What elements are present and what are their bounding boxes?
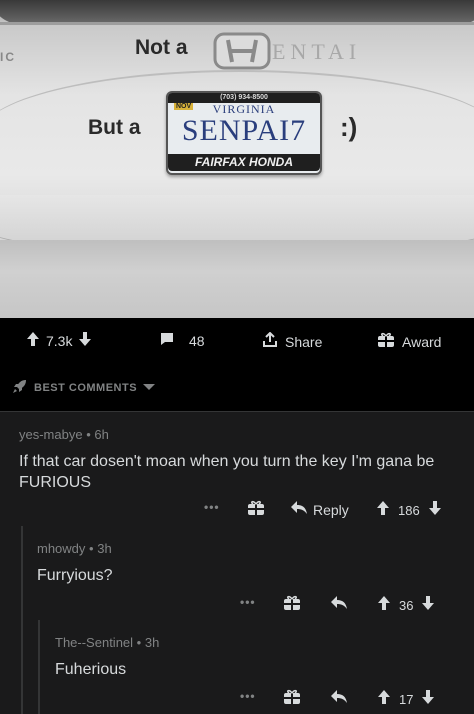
- comment-age: 3h: [97, 541, 112, 556]
- thread-line[interactable]: [21, 526, 23, 714]
- honda-logo-icon: [212, 31, 272, 71]
- award-button[interactable]: Award: [377, 332, 441, 351]
- share-label: Share: [285, 333, 323, 350]
- downvote-icon[interactable]: [422, 596, 435, 615]
- share-button[interactable]: Share: [262, 331, 323, 351]
- gift-icon[interactable]: [247, 500, 265, 521]
- comments-button[interactable]: 48: [160, 332, 205, 349]
- comment-body: Furryious?: [37, 567, 113, 584]
- model-letters: ENTAI: [272, 39, 362, 64]
- rear-window: [0, 0, 474, 24]
- gift-icon[interactable]: [283, 595, 301, 616]
- comment-count: 48: [189, 332, 205, 349]
- comment-actions: •••: [204, 500, 220, 514]
- comment-age: 6h: [94, 427, 109, 442]
- comment-author[interactable]: yes-mabye: [19, 427, 83, 442]
- comment-age: 3h: [144, 635, 160, 650]
- reply-arrow-icon[interactable]: [331, 596, 347, 614]
- ground: [0, 240, 474, 318]
- comment-author[interactable]: The--Sentinel: [55, 635, 133, 650]
- comment-body: Fuherious: [55, 661, 127, 678]
- gift-icon: [377, 332, 395, 351]
- comment-thread: yes-mabye • 6h If that car dosen't moan …: [0, 412, 474, 714]
- meta-separator: •: [86, 427, 91, 442]
- plate-dealer: FAIRFAX HONDA: [168, 154, 320, 171]
- post-image[interactable]: IC Not a ENTAI But a (703) 934-8500 NOV …: [0, 0, 474, 318]
- share-icon: [262, 331, 278, 351]
- more-options-icon[interactable]: •••: [240, 689, 256, 703]
- comment-vote-count: 186: [398, 503, 420, 518]
- vote-group: 186: [377, 501, 441, 520]
- downvote-icon[interactable]: [428, 501, 441, 520]
- thread-line[interactable]: [38, 620, 40, 714]
- reply-arrow-icon[interactable]: [331, 690, 347, 708]
- post-action-bar: 7.3k 48 Share Award: [0, 318, 474, 364]
- award-label: Award: [402, 333, 442, 350]
- more-options-icon[interactable]: •••: [240, 595, 256, 609]
- comment-vote-count: 17: [399, 692, 414, 707]
- sticker-but-a: But a: [88, 116, 141, 139]
- more-options-icon[interactable]: •••: [204, 500, 220, 514]
- comment-meta: mhowdy • 3h: [37, 541, 112, 556]
- model-badge-fragment: IC: [0, 50, 16, 64]
- vote-group: 36: [378, 596, 435, 615]
- upvote-icon[interactable]: [378, 690, 390, 709]
- comment-icon: [160, 332, 174, 349]
- vote-group: 7.3k: [27, 332, 92, 349]
- comment-meta: yes-mabye • 6h: [19, 427, 109, 442]
- reply-arrow-icon: [291, 501, 307, 519]
- comment-author[interactable]: mhowdy: [37, 541, 85, 556]
- sort-bar: BEST COMMENTS: [0, 364, 474, 412]
- chevron-down-icon: [143, 382, 156, 394]
- post-vote-count: 7.3k: [46, 332, 73, 349]
- comment-body: If that car dosen't moan when you turn t…: [19, 453, 435, 491]
- meta-separator: •: [89, 541, 94, 556]
- downvote-icon[interactable]: [79, 332, 92, 349]
- upvote-icon[interactable]: [27, 332, 39, 349]
- sticker-not-a: Not a: [135, 36, 188, 59]
- gift-icon[interactable]: [283, 689, 301, 710]
- upvote-icon[interactable]: [378, 596, 390, 615]
- sort-dropdown[interactable]: BEST COMMENTS: [12, 378, 156, 397]
- sticker-smiley: :): [340, 112, 358, 142]
- downvote-icon[interactable]: [422, 690, 435, 709]
- rocket-icon: [12, 378, 28, 397]
- meta-separator: •: [136, 635, 142, 650]
- sort-label: BEST COMMENTS: [34, 381, 138, 394]
- window-trim: [0, 22, 474, 25]
- comment-vote-count: 36: [399, 598, 414, 613]
- comment-actions: •••: [240, 595, 256, 609]
- reply-label: Reply: [313, 502, 349, 518]
- reply-button[interactable]: Reply: [291, 501, 349, 519]
- comment-meta: The--Sentinel • 3h: [55, 635, 159, 650]
- vote-group: 17: [378, 690, 435, 709]
- license-plate: (703) 934-8500 NOV VIRGINIA SENPAI7 FAIR…: [166, 91, 322, 175]
- upvote-icon[interactable]: [377, 501, 389, 520]
- comment-actions: •••: [240, 689, 256, 703]
- plate-number: SENPAI7: [181, 114, 307, 147]
